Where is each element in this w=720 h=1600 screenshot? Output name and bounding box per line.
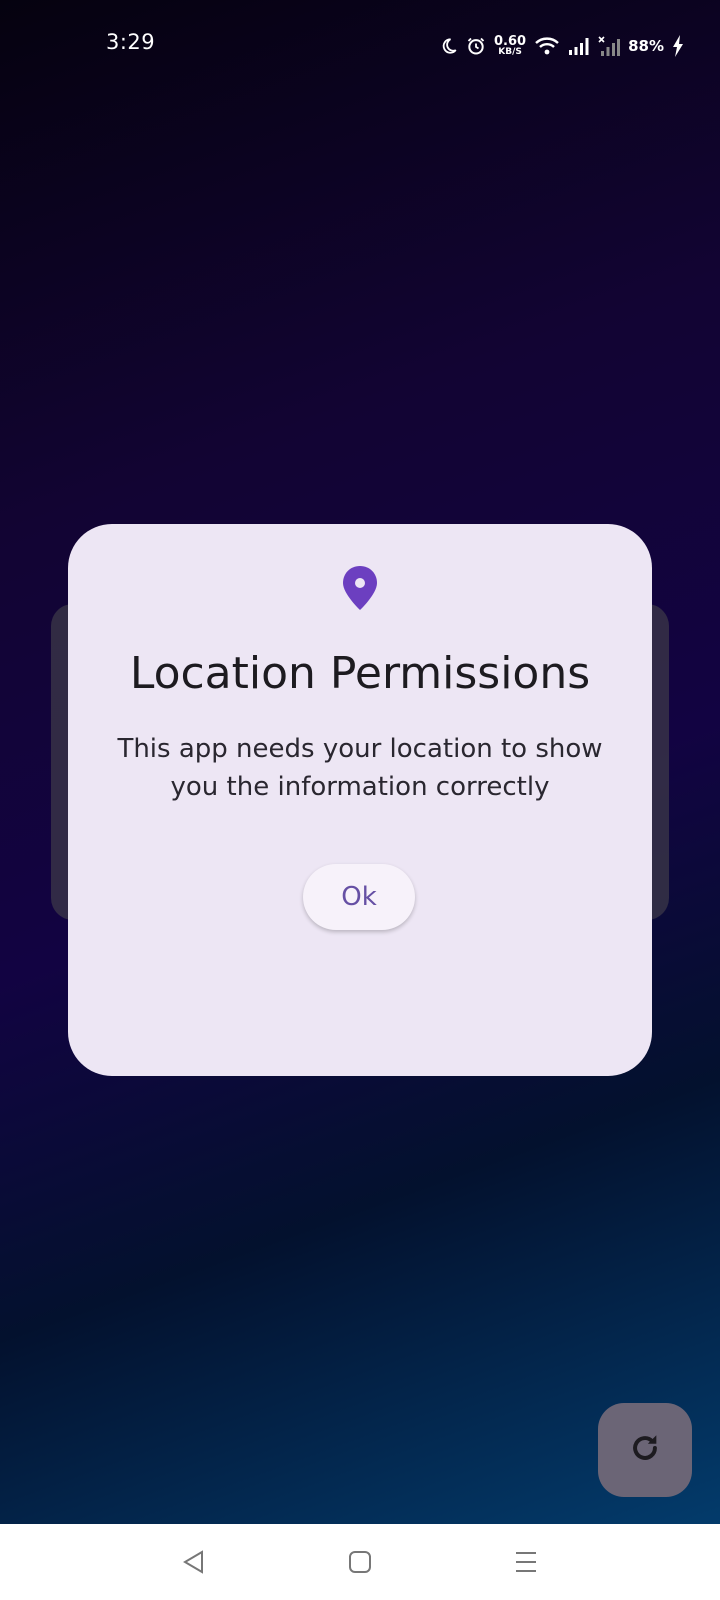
status-bar: 3:29 0.60 KB/S 88% bbox=[0, 0, 720, 92]
app-screen: 3:29 0.60 KB/S 88% Location Permissions … bbox=[0, 0, 720, 1524]
dialog-title: Location Permissions bbox=[129, 648, 591, 699]
net-speed: 0.60 KB/S bbox=[494, 35, 526, 57]
navigation-bar bbox=[0, 1524, 720, 1600]
alarm-icon bbox=[466, 36, 486, 56]
net-speed-unit: KB/S bbox=[498, 47, 522, 57]
refresh-button[interactable] bbox=[598, 1403, 692, 1497]
signal-icon bbox=[568, 37, 590, 55]
ok-button[interactable]: Ok bbox=[303, 864, 415, 930]
location-pin-icon bbox=[340, 564, 380, 612]
dialog-message: This app needs your location to show you… bbox=[117, 734, 603, 802]
refresh-icon bbox=[628, 1431, 662, 1469]
location-permission-dialog: Location Permissions This app needs your… bbox=[68, 524, 652, 1076]
wifi-icon bbox=[534, 36, 560, 56]
battery-percent: 88% bbox=[628, 37, 664, 55]
back-icon[interactable] bbox=[178, 1546, 210, 1578]
charging-icon bbox=[672, 35, 684, 57]
status-time: 3:29 bbox=[106, 30, 156, 54]
signal-x-icon bbox=[598, 36, 621, 56]
status-icons: 0.60 KB/S 88% bbox=[440, 30, 684, 62]
moon-icon bbox=[440, 37, 458, 55]
home-icon[interactable] bbox=[344, 1546, 376, 1578]
recents-icon[interactable] bbox=[510, 1546, 542, 1578]
